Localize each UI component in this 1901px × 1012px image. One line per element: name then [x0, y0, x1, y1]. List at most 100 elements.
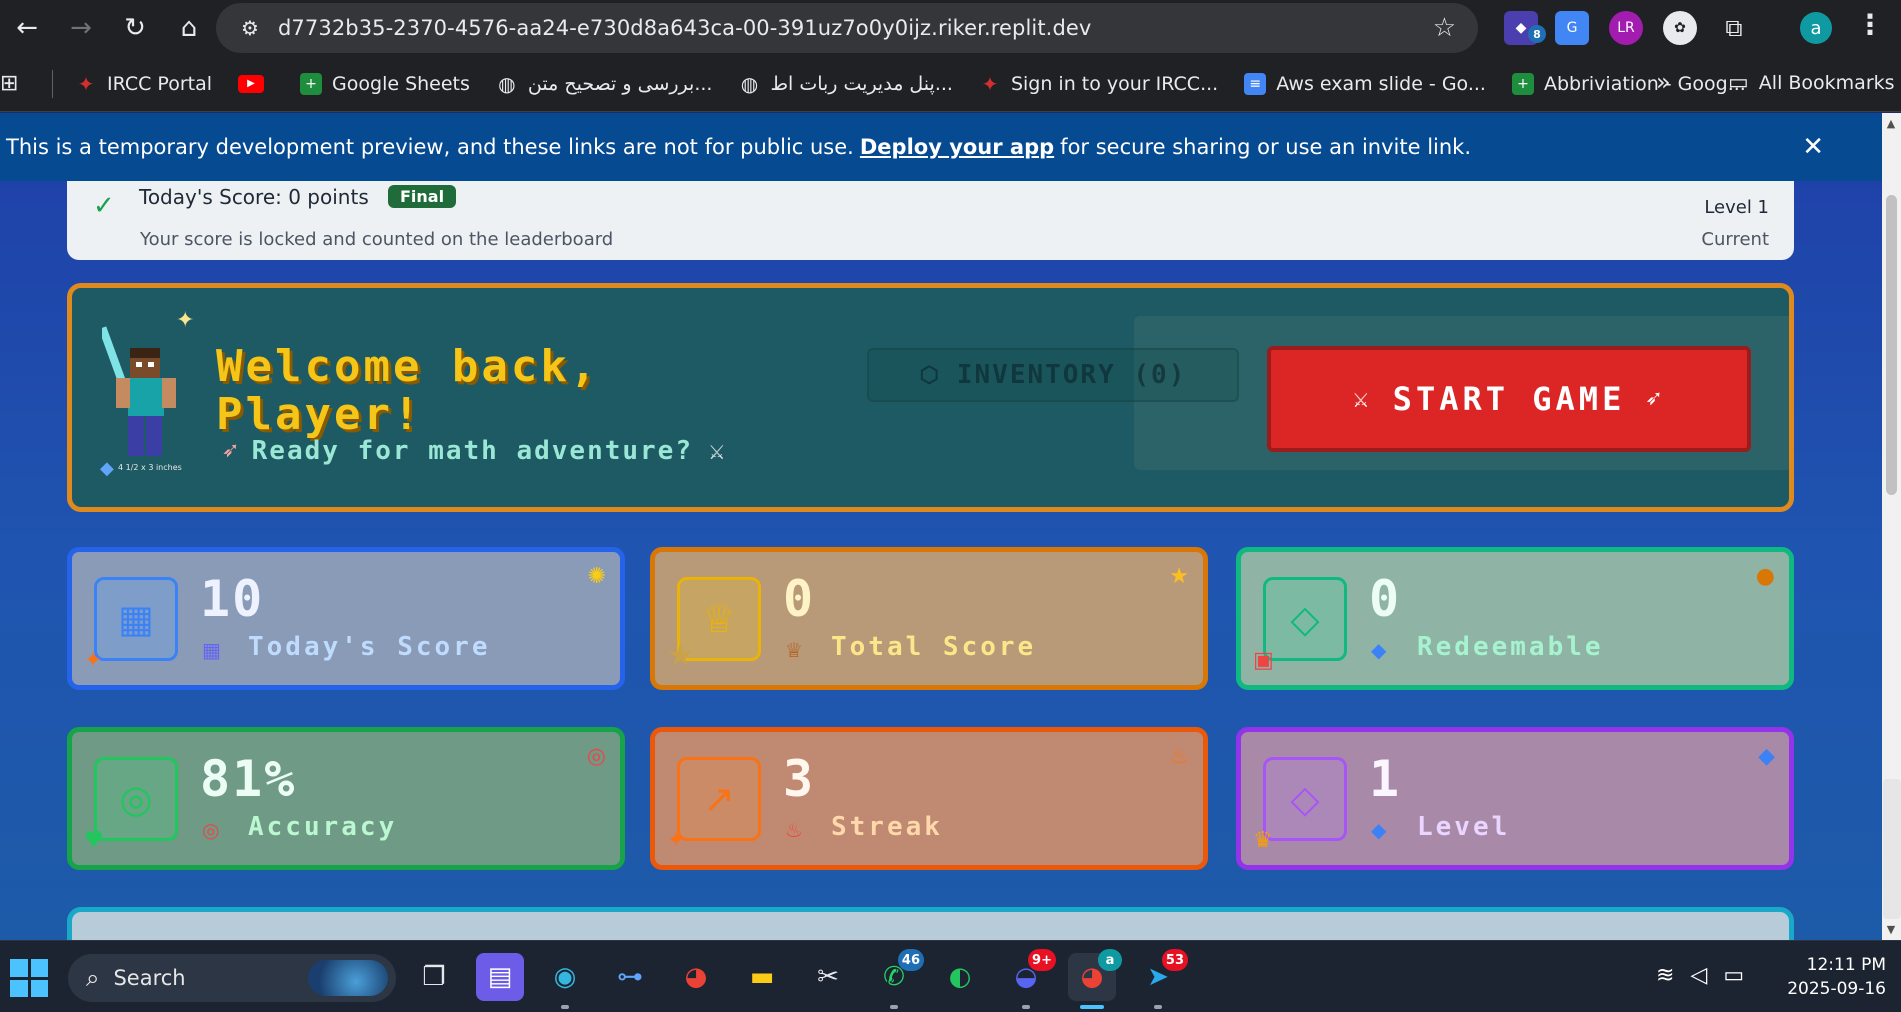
stat-label: Redeemable — [1417, 632, 1604, 662]
money-bag-icon: ● — [1755, 564, 1775, 589]
bookmark-aws-slide[interactable]: ≡ Aws exam slide - Go... — [1244, 72, 1486, 95]
file-explorer-icon[interactable]: ▬ — [738, 953, 786, 1001]
windows-start-icon[interactable] — [10, 959, 48, 997]
chrome-active-icon[interactable]: ◕ a — [1068, 949, 1122, 1009]
chrome-profile-badge: a — [1098, 949, 1122, 971]
fire-icon: ♨ — [785, 818, 803, 842]
whatsapp-icon[interactable]: ✆ 46 — [870, 949, 924, 1009]
translate-extension-icon[interactable]: G — [1555, 11, 1589, 45]
whatsapp-badge: 46 — [897, 949, 924, 971]
android-app-icon[interactable]: ◐ — [936, 953, 984, 1001]
profile-avatar[interactable]: a — [1800, 12, 1832, 44]
snipping-tool-icon[interactable]: ✂ — [804, 953, 852, 1001]
fire-icon: ♨ — [1169, 744, 1189, 769]
chatgpt-extension-icon[interactable]: ✿ — [1663, 11, 1697, 45]
gem-icon: ◆ — [1758, 744, 1775, 769]
volume-icon[interactable]: ◁ — [1690, 963, 1707, 988]
page-scrollbar[interactable]: ▲ ▼ — [1882, 113, 1901, 940]
inventory-button[interactable]: ⬡ INVENTORY (0) — [867, 348, 1239, 402]
forward-button[interactable]: → — [54, 0, 108, 56]
url-text[interactable]: d7732b35-2370-4576-aa24-e730d8a643ca-00-… — [278, 16, 1091, 40]
level-text: Level 1 — [1704, 197, 1769, 218]
back-button[interactable]: ← — [0, 0, 54, 56]
task-view-icon[interactable]: ❐ — [410, 953, 458, 1001]
bookmark-persian-text[interactable]: ◍ بررسی و تصحیح متن... — [496, 71, 712, 96]
taskbar-search[interactable]: ⌕ Search — [68, 954, 396, 1002]
edge-icon[interactable]: ◉ — [541, 953, 589, 1009]
diamond-icon: ◇ — [1263, 577, 1347, 661]
close-icon[interactable]: ✕ — [1802, 132, 1824, 162]
lr-extension-icon[interactable]: LR — [1609, 11, 1643, 45]
target-icon: ◎ — [586, 744, 606, 769]
current-text: Current — [1701, 229, 1769, 250]
box-icon: ⬡ — [919, 362, 941, 388]
extension-badge: 8 — [1528, 25, 1546, 43]
bookmark-persian-bot[interactable]: ◍ پنل مدیریت ربات اط... — [738, 71, 953, 96]
bookmark-ircc-portal[interactable]: ✦ IRCC Portal — [75, 71, 212, 96]
stat-value: 0 — [783, 570, 816, 628]
extension-icon[interactable]: ◆ 8 — [1504, 11, 1546, 45]
bookmark-ircc-signin[interactable]: ✦ Sign in to your IRCC... — [979, 72, 1219, 96]
docs-icon: ≡ — [1244, 72, 1267, 95]
system-tray[interactable]: ≋ ◁ ▭ — [1656, 963, 1744, 988]
stat-card-streak: ↗ 3 ♨ Streak ♨ ✦ — [650, 727, 1208, 870]
next-section-card — [67, 907, 1794, 940]
scroll-down-icon[interactable]: ▼ — [1885, 923, 1897, 936]
all-bookmarks-button[interactable]: ▭ All Bookmarks — [1728, 70, 1895, 95]
bow-icon: ➶ — [222, 436, 240, 466]
widgets-icon[interactable]: ▤ — [476, 953, 524, 1001]
network-app-icon[interactable]: ⊶ — [606, 953, 654, 1001]
stat-card-accuracy: ◎ 81% ◎ Accuracy ◎ ♥ — [67, 727, 625, 870]
sun-icon: ✺ — [587, 564, 606, 589]
sheets-icon: + — [300, 72, 323, 95]
score-locked-text: Your score is locked and counted on the … — [140, 229, 614, 250]
stat-card-total-score: ♕ 0 ♕ Total Score ★ ★ — [650, 547, 1208, 690]
swords-icon: ⚔ — [1353, 384, 1373, 414]
diamond-icon: ◇ — [1263, 757, 1347, 841]
stat-card-today-score: ▦ 10 ▦ Today's Score ✺ ✦ — [67, 547, 625, 690]
bookmark-star-icon[interactable]: ☆ — [1433, 13, 1456, 43]
star-icon: ★ — [667, 638, 694, 673]
globe-icon: ◍ — [498, 71, 516, 96]
maple-leaf-icon: ✦ — [77, 71, 95, 96]
wifi-icon[interactable]: ≋ — [1656, 963, 1674, 988]
today-score-title: Today's Score: 0 points — [139, 185, 369, 209]
site-info-icon[interactable]: ⚙ — [230, 16, 270, 40]
more-bookmarks-button[interactable]: » — [1656, 68, 1671, 96]
battery-icon[interactable]: ▭ — [1723, 963, 1744, 988]
telegram-icon[interactable]: ➤ 53 — [1134, 949, 1188, 1009]
bookmark-google-sheets[interactable]: + Google Sheets — [300, 72, 470, 95]
chrome-icon[interactable]: ◕ — [672, 953, 720, 1001]
bookmark-abbreviation[interactable]: + Abbriviation - Goog... — [1511, 72, 1746, 95]
stat-value: 3 — [783, 750, 816, 808]
extensions-puzzle-icon[interactable]: ⧉ — [1717, 11, 1751, 45]
discord-icon[interactable]: ◒ 9+ — [1002, 949, 1056, 1009]
calendar-icon: ▦ — [94, 577, 178, 661]
scroll-up-icon[interactable]: ▲ — [1885, 117, 1897, 130]
bookmark-youtube[interactable]: ▶ — [238, 74, 274, 93]
globe-icon: ◍ — [740, 71, 759, 96]
welcome-title: Welcome back, Player! — [216, 341, 600, 440]
steve-avatar-icon — [102, 326, 176, 456]
stat-label: Accuracy — [248, 812, 398, 842]
stat-value: 81% — [200, 750, 297, 808]
reload-button[interactable]: ↻ — [108, 0, 162, 56]
apps-grid-icon[interactable]: ⊞ — [0, 71, 30, 96]
address-bar[interactable]: ⚙ d7732b35-2370-4576-aa24-e730d8a643ca-0… — [216, 3, 1478, 53]
gem-icon: ◆ — [1371, 818, 1387, 842]
target-icon: ◎ — [94, 757, 178, 841]
trending-up-icon: ↗ — [677, 757, 761, 841]
gem-icon: ◆ — [1371, 638, 1387, 662]
scroll-thumb[interactable] — [1886, 195, 1897, 495]
avatar-caption: 4 1/2 x 3 inches — [118, 463, 182, 472]
browser-menu-icon[interactable]: ⋮ — [1856, 8, 1884, 41]
home-button[interactable]: ⌂ — [162, 0, 216, 56]
discord-badge: 9+ — [1028, 949, 1056, 971]
stat-card-level: ◇ 1 ◆ Level ◆ ♛ — [1236, 727, 1794, 870]
start-game-button[interactable]: ⚔ START GAME ➶ — [1267, 346, 1751, 452]
stat-value: 0 — [1369, 570, 1402, 628]
browser-toolbar: ← → ↻ ⌂ ⚙ d7732b35-2370-4576-aa24-e730d8… — [0, 0, 1901, 56]
taskbar-clock[interactable]: 12:11 PM 2025-09-16 — [1776, 953, 1886, 1001]
bookmarks-separator — [52, 69, 53, 98]
deploy-app-link[interactable]: Deploy your app — [860, 135, 1054, 159]
